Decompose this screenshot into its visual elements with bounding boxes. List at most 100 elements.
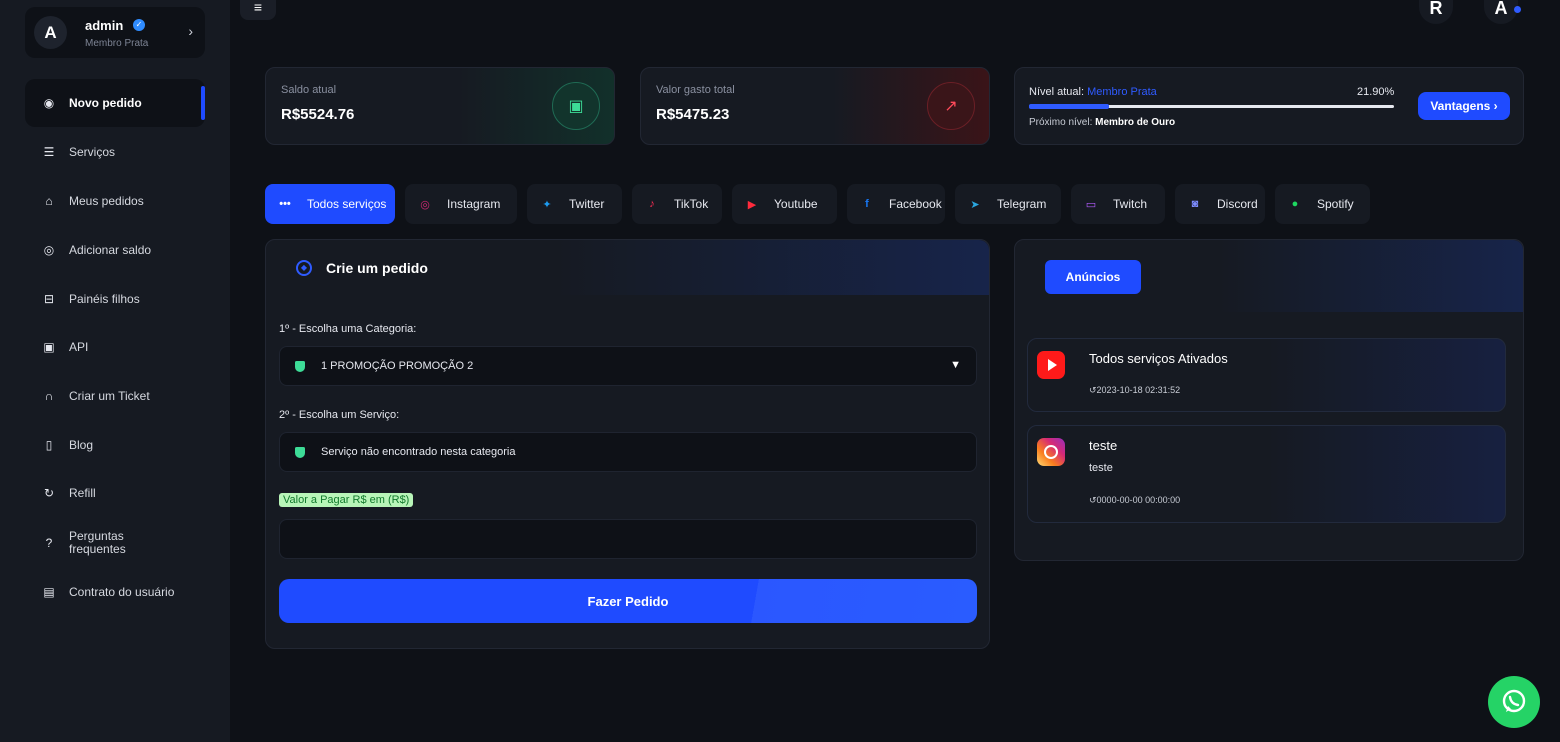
amount-field[interactable]: [279, 519, 977, 559]
sidebar-item-meus-pedidos[interactable]: ⌂ Meus pedidos: [25, 177, 205, 225]
sidebar-item-perguntas-frequentes[interactable]: ? Perguntas frequentes: [25, 519, 205, 567]
order-panel: ◆ Crie um pedido 1º - Escolha uma Catego…: [265, 239, 990, 649]
tab-label: Twitter: [569, 197, 605, 211]
level-progress-fill: [1029, 104, 1109, 109]
wallet-icon: ▣: [552, 82, 600, 130]
tab-spotify[interactable]: ● Spotify: [1275, 184, 1370, 224]
menu-toggle-button[interactable]: ≡: [240, 0, 276, 20]
verified-icon: ✓: [133, 19, 145, 31]
sidebar-item-api[interactable]: ▣ API: [25, 323, 205, 371]
sidebar-item-contrato[interactable]: ▤ Contrato do usuário: [25, 568, 205, 616]
sidebar-item-label: Perguntas frequentes: [69, 529, 126, 556]
service-select[interactable]: Serviço não encontrado nesta categoria: [279, 432, 977, 472]
spent-card: Valor gasto total R$5475.23 ↗: [640, 67, 990, 145]
online-indicator: [1514, 6, 1521, 13]
clock-icon: ↺: [1089, 385, 1097, 395]
sidebar-item-adicionar-saldo[interactable]: ◎ Adicionar saldo: [25, 226, 205, 274]
tab-telegram[interactable]: ➤ Telegram: [955, 184, 1061, 224]
sidebar-item-paineis-filhos[interactable]: ⊟ Painéis filhos: [25, 275, 205, 323]
discord-icon: ◙: [1191, 198, 1199, 210]
facebook-icon: f: [865, 198, 869, 210]
announcements-button[interactable]: Anúncios: [1045, 260, 1141, 294]
spent-value: R$5475.23: [656, 106, 730, 123]
profile-rank: Membro Prata: [85, 38, 149, 49]
profile-card[interactable]: A admin ✓ Membro Prata ›: [25, 7, 205, 58]
service-label: 2º - Escolha um Serviço:: [279, 409, 400, 421]
sidebar-item-servicos[interactable]: ☰ Serviços: [25, 128, 205, 176]
announcement-title: Todos serviços Ativados: [1089, 351, 1228, 366]
shield-icon: [295, 360, 305, 372]
gauge-icon: ◉: [43, 96, 55, 110]
announcement-date: ↺0000-00-00 00:00:00: [1089, 495, 1180, 506]
book-icon: ▯: [45, 438, 53, 452]
sidebar-item-label: Adicionar saldo: [69, 242, 152, 257]
coin-icon: ◎: [43, 243, 55, 257]
instagram-icon: ◎: [420, 198, 430, 211]
tab-facebook[interactable]: f Facebook: [847, 184, 945, 224]
headset-icon: ∩: [44, 389, 54, 403]
announcements-header: Anúncios: [1015, 240, 1523, 312]
level-title: Nível atual: Membro Prata: [1029, 86, 1157, 98]
tab-twitch[interactable]: ▭ Twitch: [1071, 184, 1165, 224]
youtube-icon: [1037, 351, 1065, 379]
document-icon: ▤: [43, 585, 55, 599]
clock-icon: ↺: [1089, 495, 1097, 505]
category-select[interactable]: 1 PROMOÇÃO PROMOÇÃO 2 ▼: [279, 346, 977, 386]
chart-up-icon: ↗: [927, 82, 975, 130]
tab-discord[interactable]: ◙ Discord: [1175, 184, 1265, 224]
sidebar-item-novo-pedido[interactable]: ◉ Novo pedido: [25, 79, 205, 127]
refresh-icon: ↻: [43, 486, 55, 500]
sidebar-item-label: Criar um Ticket: [69, 388, 150, 403]
announcement-date-value: 0000-00-00 00:00:00: [1096, 495, 1181, 505]
order-header: ◆ Crie um pedido: [266, 240, 989, 295]
category-value: 1 PROMOÇÃO PROMOÇÃO 2: [321, 360, 474, 372]
tab-label: Twitch: [1113, 197, 1148, 211]
user-menu-avatar[interactable]: A: [1484, 0, 1518, 24]
whatsapp-button[interactable]: [1488, 676, 1540, 728]
advantages-button[interactable]: Vantagens ›: [1418, 92, 1510, 120]
whatsapp-icon: [1502, 689, 1526, 713]
sidebar-item-label: Refill: [69, 485, 96, 500]
shield-icon: [295, 446, 305, 458]
sidebar-item-label: Meus pedidos: [69, 193, 144, 208]
tab-label: Instagram: [447, 197, 501, 211]
avatar[interactable]: R: [1419, 0, 1453, 24]
tab-label: Youtube: [774, 197, 818, 211]
profile-name: admin: [85, 18, 124, 33]
basket-icon: ⌂: [45, 194, 53, 208]
spotify-icon: ●: [1291, 198, 1299, 210]
avatar: A: [34, 16, 67, 49]
level-card: Nível atual: Membro Prata 21.90% Próximo…: [1014, 67, 1524, 145]
level-percent: 21.90%: [1357, 86, 1395, 98]
level-progress-track: [1029, 104, 1394, 109]
tab-label: Facebook: [889, 197, 942, 211]
balance-card: Saldo atual R$5524.76 ▣: [265, 67, 615, 145]
sidebar-item-label: API: [69, 339, 89, 354]
category-label: 1º - Escolha uma Categoria:: [279, 323, 417, 335]
amount-label: Valor a Pagar R$ em (R$): [279, 493, 414, 507]
sidebar-item-label: Painéis filhos: [69, 291, 140, 306]
shield-icon: ◆: [296, 260, 312, 276]
level-current: Membro Prata: [1087, 86, 1157, 98]
announcement-item[interactable]: Todos serviços Ativados ↺2023-10-18 02:3…: [1027, 338, 1506, 412]
announcement-item[interactable]: teste teste ↺0000-00-00 00:00:00: [1027, 425, 1506, 523]
submit-order-button[interactable]: Fazer Pedido: [279, 579, 977, 623]
list-icon: ☰: [43, 145, 55, 159]
terminal-icon: ▣: [43, 340, 55, 354]
sidebar-item-refill[interactable]: ↻ Refill: [25, 469, 205, 517]
order-title: Crie um pedido: [326, 260, 428, 276]
sidebar-item-criar-ticket[interactable]: ∩ Criar um Ticket: [25, 372, 205, 420]
sidebar-item-blog[interactable]: ▯ Blog: [25, 421, 205, 469]
tab-instagram[interactable]: ◎ Instagram: [405, 184, 517, 224]
sidebar: A admin ✓ Membro Prata › ◉ Novo pedido ☰…: [0, 0, 230, 742]
tab-todos-servicos[interactable]: ••• Todos serviços: [265, 184, 395, 224]
tab-tiktok[interactable]: ♪ TikTok: [632, 184, 722, 224]
level-label: Nível atual:: [1029, 86, 1085, 98]
tab-label: Spotify: [1317, 197, 1354, 211]
tab-twitter[interactable]: ✦ Twitter: [527, 184, 622, 224]
tab-youtube[interactable]: ▶ Youtube: [732, 184, 837, 224]
balance-value: R$5524.76: [281, 106, 355, 123]
sidebar-item-label: Blog: [69, 437, 94, 452]
dots-icon: •••: [279, 198, 291, 210]
tab-label: Todos serviços: [307, 197, 387, 211]
